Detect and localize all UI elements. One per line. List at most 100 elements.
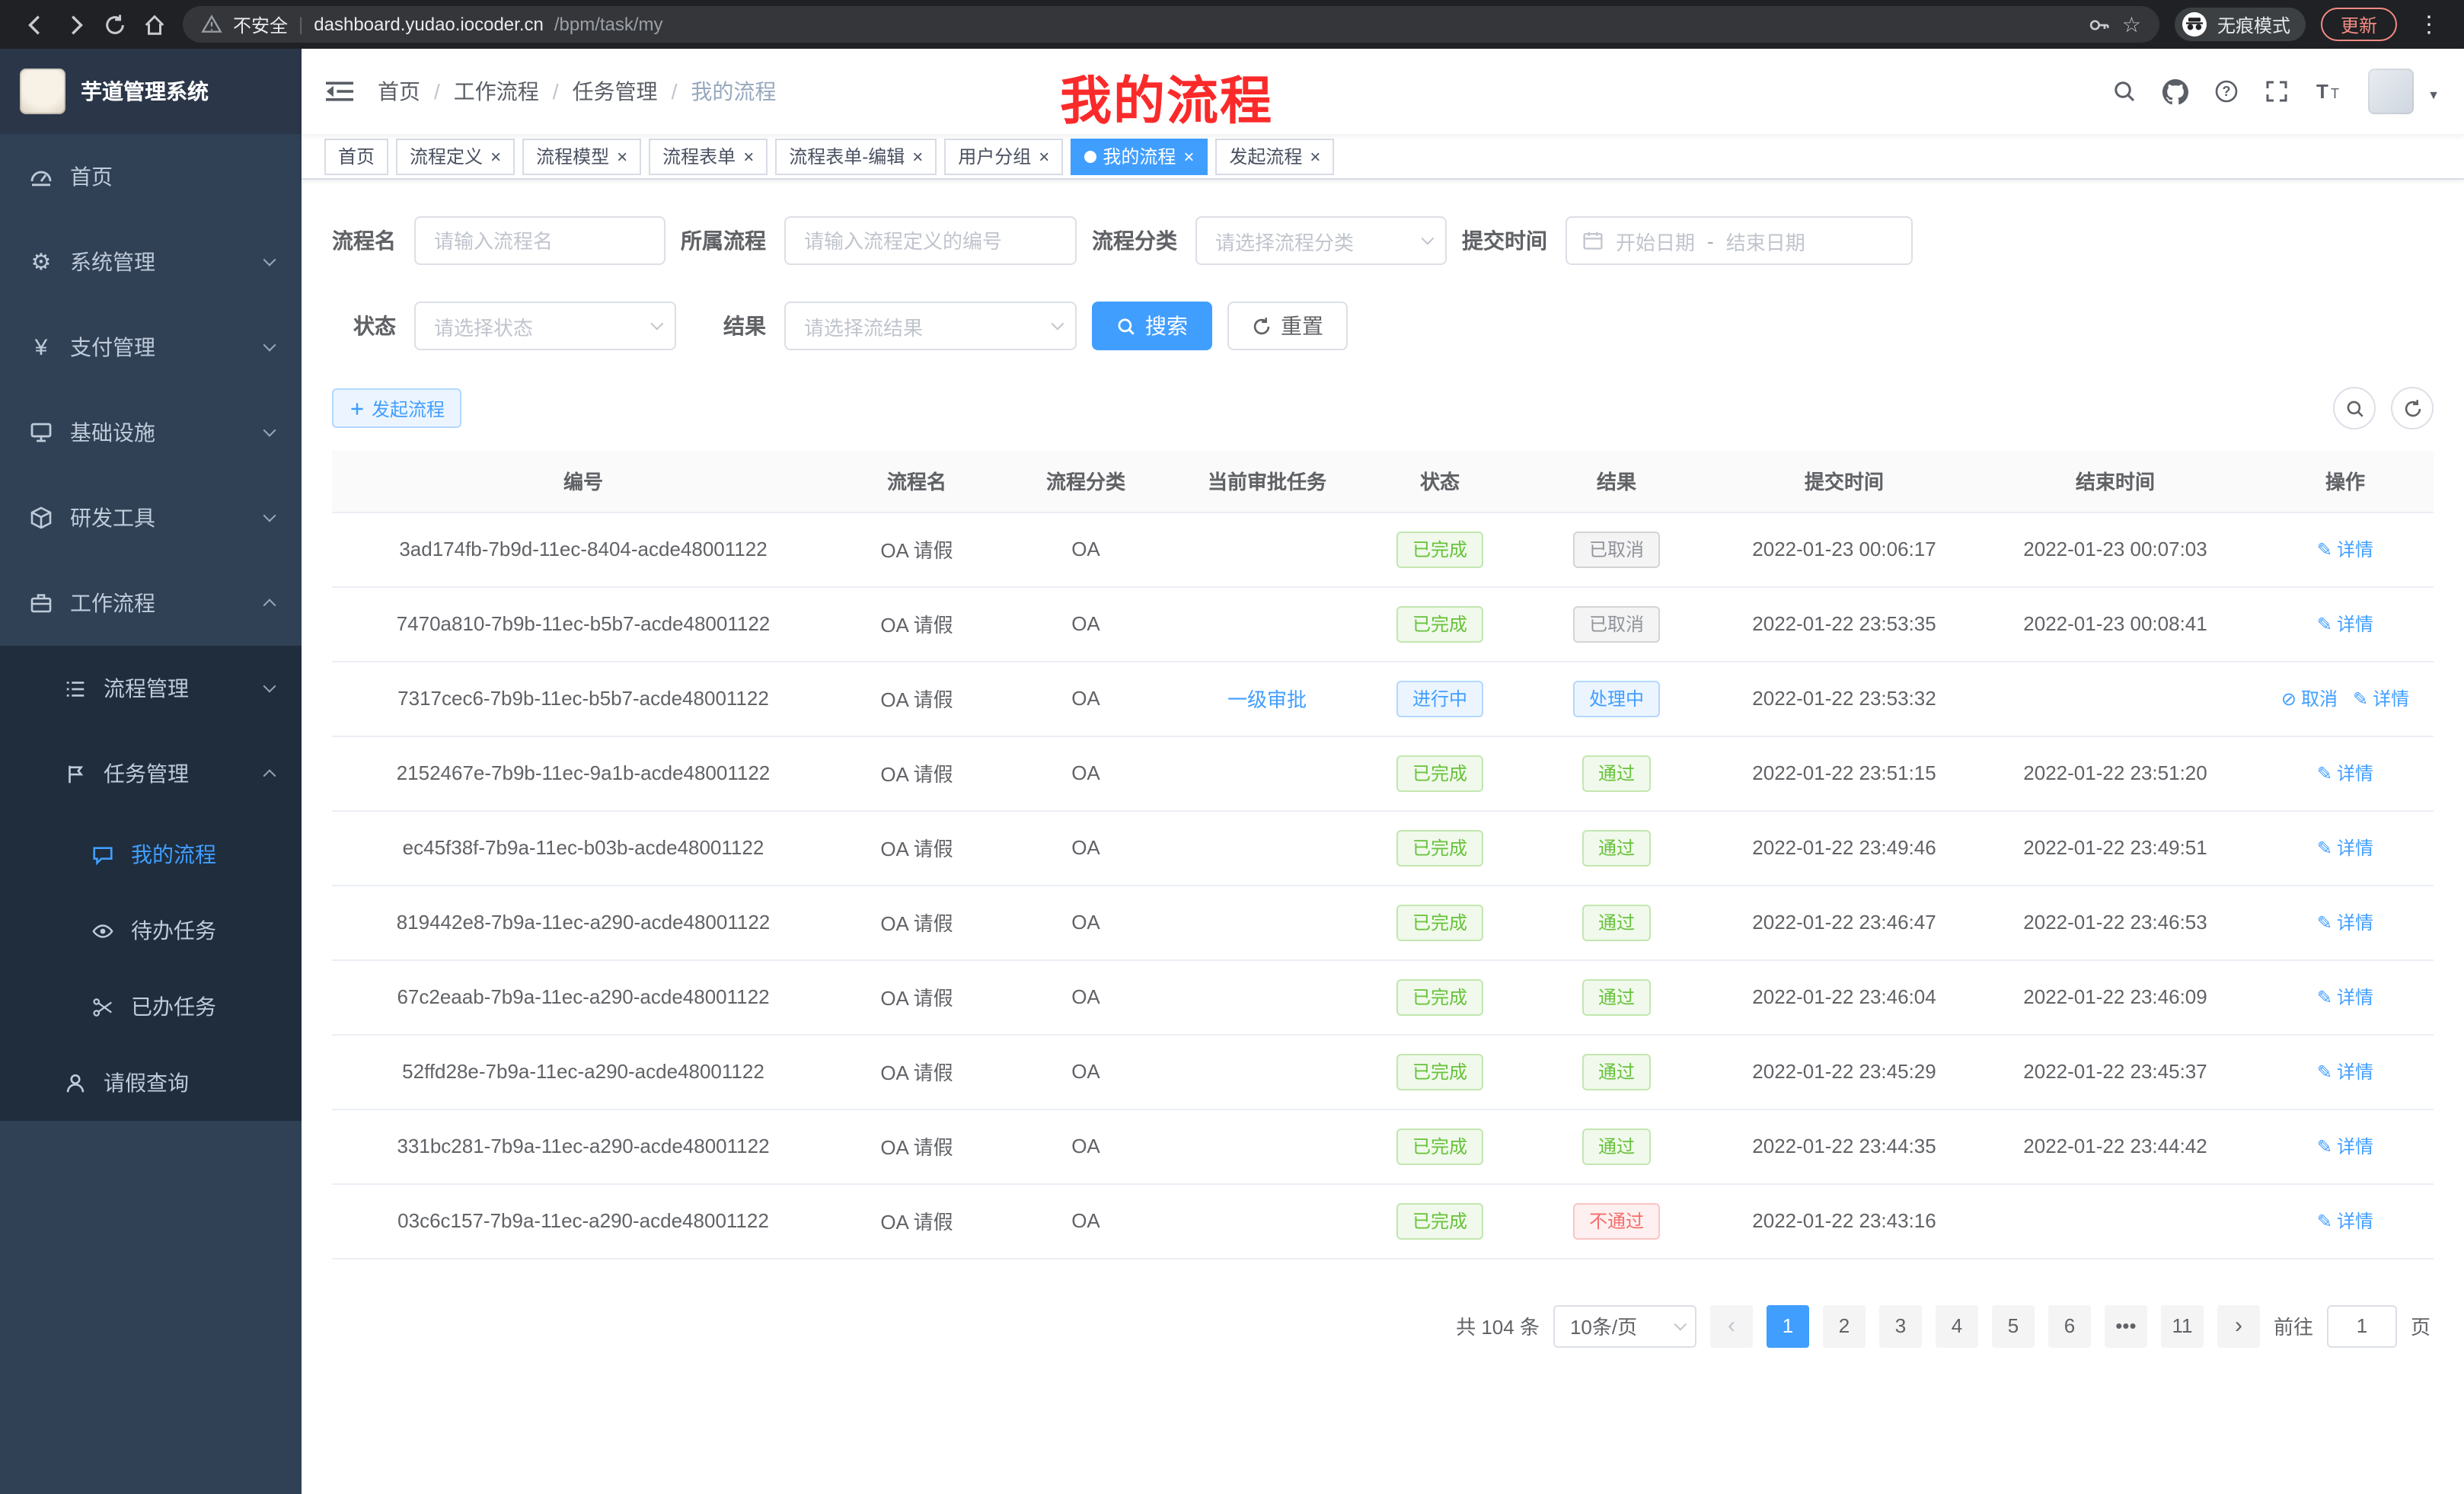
incognito-badge: 无痕模式	[2175, 8, 2306, 41]
tab-home[interactable]: 首页	[324, 138, 388, 174]
detail-button[interactable]: ✎详情	[2317, 1208, 2373, 1234]
prev-page-button[interactable]: ‹	[1710, 1304, 1753, 1347]
sidebar-item-done-tasks[interactable]: 已办任务	[0, 969, 302, 1045]
next-page-button[interactable]: ›	[2217, 1304, 2260, 1347]
filter-status: 状态 请选择状态	[332, 302, 676, 350]
avatar[interactable]	[2368, 69, 2414, 114]
page-number-5[interactable]: 5	[1992, 1304, 2035, 1347]
sidebar-item-infrastructure[interactable]: 基础设施	[0, 390, 302, 475]
result-select[interactable]: 请选择流结果	[784, 302, 1077, 350]
workflow-submenu: 流程管理 任务管理 我的流程 待办任务	[0, 646, 302, 1121]
cell-end-time: 2022-01-22 23:46:53	[1974, 885, 2257, 959]
page-number-2[interactable]: 2	[1823, 1304, 1866, 1347]
sidebar-item-leave-query[interactable]: 请假查询	[0, 1045, 302, 1121]
page-ellipsis[interactable]: •••	[2105, 1304, 2147, 1347]
status-select[interactable]: 请选择状态	[414, 302, 676, 350]
initiate-process-button[interactable]: 发起流程	[332, 388, 461, 428]
browser-menu-icon[interactable]: ⋮	[2409, 5, 2449, 44]
detail-button[interactable]: ✎详情	[2317, 909, 2373, 935]
tab-process-form-edit[interactable]: 流程表单-编辑×	[775, 138, 937, 174]
detail-button[interactable]: ✎详情	[2317, 536, 2373, 562]
goto-page-input[interactable]	[2327, 1304, 2397, 1347]
sidebar-item-process-mgmt[interactable]: 流程管理	[0, 646, 302, 731]
tab-my-process[interactable]: 我的流程×	[1071, 138, 1208, 174]
search-toggle-icon[interactable]	[2333, 387, 2376, 429]
detail-button[interactable]: ✎详情	[2317, 611, 2373, 637]
sidebar-item-todo-tasks[interactable]: 待办任务	[0, 892, 302, 969]
refresh-icon[interactable]	[2391, 387, 2434, 429]
col-actions: 操作	[2257, 451, 2434, 512]
page-size-select[interactable]: 10条/页	[1553, 1304, 1696, 1347]
cell-submit-time: 2022-01-23 00:06:17	[1715, 512, 1974, 586]
close-icon[interactable]: ×	[1039, 147, 1049, 165]
detail-button[interactable]: ✎详情	[2353, 685, 2409, 711]
detail-button[interactable]: ✎详情	[2317, 760, 2373, 786]
cell-end-time: 2022-01-22 23:49:51	[1974, 810, 2257, 885]
sidebar-item-workflow[interactable]: 工作流程	[0, 560, 302, 646]
fullscreen-icon[interactable]	[2265, 79, 2289, 104]
page-number-6[interactable]: 6	[2048, 1304, 2091, 1347]
help-icon[interactable]: ?	[2214, 79, 2239, 104]
close-icon[interactable]: ×	[1310, 147, 1320, 165]
cell-actions: ✎详情	[2257, 810, 2434, 885]
sidebar-item-devtools[interactable]: 研发工具	[0, 475, 302, 560]
reload-button[interactable]	[94, 5, 134, 44]
bookmark-star-icon[interactable]: ☆	[2122, 11, 2141, 37]
breadcrumb-task-mgmt[interactable]: 任务管理	[573, 76, 658, 107]
tab-user-group[interactable]: 用户分组×	[944, 138, 1063, 174]
detail-button[interactable]: ✎详情	[2317, 835, 2373, 860]
sidebar-logo[interactable]: 芋道管理系统	[0, 49, 302, 134]
process-name-input[interactable]	[414, 216, 665, 265]
font-size-icon[interactable]: TT	[2315, 79, 2342, 104]
table-row: 819442e8-7b9a-11ec-a290-acde48001122 OA …	[332, 885, 2434, 959]
tab-process-form[interactable]: 流程表单×	[649, 138, 768, 174]
sidebar-item-system[interactable]: ⚙ 系统管理	[0, 219, 302, 305]
forward-button[interactable]	[55, 5, 94, 44]
detail-button[interactable]: ✎详情	[2317, 984, 2373, 1010]
tab-initiate-process[interactable]: 发起流程×	[1215, 138, 1334, 174]
github-icon[interactable]	[2162, 78, 2188, 104]
process-definition-input[interactable]	[784, 216, 1077, 265]
search-icon[interactable]	[2112, 79, 2137, 104]
address-bar[interactable]: 不安全 | dashboard.yudao.iocoder.cn /bpm/ta…	[183, 6, 2159, 43]
cell-category: OA	[999, 586, 1173, 661]
date-range-picker[interactable]: 开始日期 - 结束日期	[1566, 216, 1913, 265]
category-select[interactable]: 请选择流程分类	[1195, 216, 1447, 265]
navbar-actions: ? TT ▼	[2112, 69, 2440, 114]
current-task-link[interactable]: 一级审批	[1227, 688, 1307, 711]
sidebar-toggle-icon[interactable]	[326, 79, 353, 104]
page-number-1[interactable]: 1	[1767, 1304, 1809, 1347]
passkey-icon[interactable]	[2089, 13, 2111, 36]
cell-status: 已完成	[1361, 512, 1518, 586]
detail-button[interactable]: ✎详情	[2317, 1133, 2373, 1159]
sidebar-item-task-mgmt[interactable]: 任务管理	[0, 731, 302, 816]
cell-result: 通过	[1518, 810, 1715, 885]
page-number-4[interactable]: 4	[1936, 1304, 1978, 1347]
close-icon[interactable]: ×	[912, 147, 923, 165]
update-button[interactable]: 更新	[2321, 8, 2397, 41]
chevron-down-icon[interactable]: ▼	[2427, 88, 2440, 102]
cancel-button[interactable]: ⊘取消	[2281, 685, 2338, 711]
cell-status: 已完成	[1361, 586, 1518, 661]
close-icon[interactable]: ×	[617, 147, 627, 165]
back-button[interactable]	[15, 5, 55, 44]
home-button[interactable]	[134, 5, 174, 44]
result-tag: 通过	[1583, 1053, 1650, 1090]
breadcrumb-workflow[interactable]: 工作流程	[454, 76, 539, 107]
close-icon[interactable]: ×	[490, 147, 501, 165]
close-icon[interactable]: ×	[743, 147, 754, 165]
sidebar-item-home[interactable]: 首页	[0, 134, 302, 219]
edit-icon: ✎	[2317, 986, 2332, 1007]
sidebar: 芋道管理系统 首页 ⚙ 系统管理 ¥ 支付管理	[0, 49, 302, 1494]
reset-button[interactable]: 重置	[1227, 302, 1348, 350]
breadcrumb-home[interactable]: 首页	[378, 76, 420, 107]
tab-process-model[interactable]: 流程模型×	[522, 138, 641, 174]
detail-button[interactable]: ✎详情	[2317, 1058, 2373, 1084]
sidebar-item-payment[interactable]: ¥ 支付管理	[0, 305, 302, 390]
tab-process-definition[interactable]: 流程定义×	[396, 138, 515, 174]
page-number-11[interactable]: 11	[2161, 1304, 2204, 1347]
close-icon[interactable]: ×	[1183, 147, 1194, 165]
search-button[interactable]: 搜索	[1092, 302, 1212, 350]
page-number-3[interactable]: 3	[1879, 1304, 1922, 1347]
sidebar-item-my-process[interactable]: 我的流程	[0, 816, 302, 892]
